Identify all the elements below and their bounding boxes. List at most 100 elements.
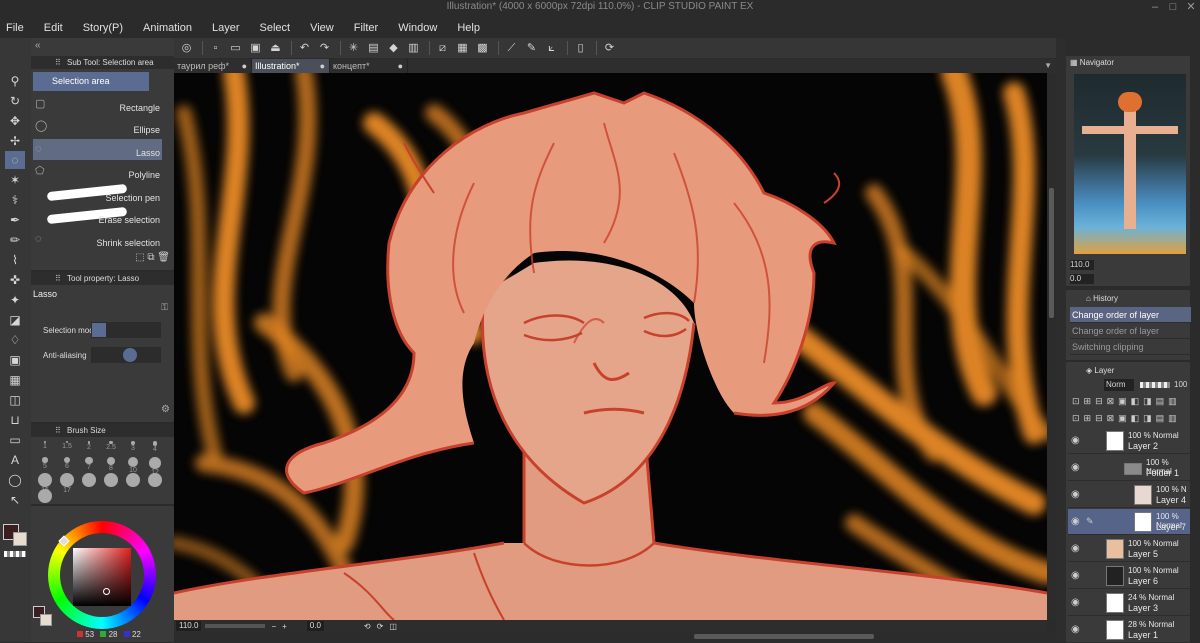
brush-size-option[interactable]: 17: [57, 471, 77, 494]
eye-icon[interactable]: ◉: [1071, 570, 1080, 581]
menu-filter[interactable]: Filter: [354, 22, 378, 34]
brush-size-option[interactable]: [35, 487, 55, 503]
invert-selection-icon[interactable]: ▦: [454, 40, 471, 56]
layer-row[interactable]: ◉ 100 % Normal Layer 2: [1068, 428, 1190, 454]
fill-tool-icon[interactable]: ▣: [5, 351, 25, 369]
sub-color-swatch[interactable]: [13, 532, 27, 546]
subtool-polyline[interactable]: ⬠ Polyline: [33, 161, 162, 182]
operation-tool-icon[interactable]: ↻: [5, 92, 25, 110]
eye-icon[interactable]: ◉: [1071, 489, 1080, 500]
maximize-button[interactable]: □: [1164, 0, 1182, 16]
history-item[interactable]: Switching clipping: [1070, 339, 1191, 355]
pen-settings-icon[interactable]: ✎: [523, 40, 540, 56]
selection-mode-buttons[interactable]: [91, 322, 161, 338]
brush-size-option[interactable]: 7: [79, 455, 99, 471]
drag-handle-icon[interactable]: ⠿: [55, 56, 61, 69]
menu-animation[interactable]: Animation: [143, 22, 192, 34]
brush-size-option[interactable]: [101, 471, 121, 487]
rotate-right-icon[interactable]: ⟳: [377, 622, 384, 631]
eye-icon[interactable]: ◉: [1071, 516, 1080, 527]
scroll-thumb[interactable]: [694, 634, 874, 639]
companion-icon[interactable]: ⟳: [601, 40, 618, 56]
subtool-rectangle[interactable]: ▢ Rectangle: [33, 94, 162, 115]
edit-target-icon[interactable]: ✎: [1086, 516, 1094, 527]
opacity-value[interactable]: 100: [1174, 380, 1187, 389]
eye-icon[interactable]: ◉: [1071, 597, 1080, 608]
layer-row[interactable]: ◉ 100 % N Layer 4: [1068, 482, 1190, 508]
brush-size-option[interactable]: 12: [145, 455, 165, 476]
navigator-tab-icon[interactable]: ▦: [1070, 58, 1078, 67]
close-tab-icon[interactable]: ●: [320, 59, 325, 73]
horizontal-scrollbar[interactable]: [174, 632, 1056, 642]
brush-size-option[interactable]: 2.5: [101, 439, 121, 455]
loading-icon[interactable]: ✳: [345, 40, 362, 56]
sub-color-preview[interactable]: [40, 614, 52, 626]
menu-window[interactable]: Window: [398, 22, 437, 34]
brush-size-option[interactable]: 1: [35, 439, 55, 455]
clip-studio-icon[interactable]: ◎: [178, 40, 195, 56]
redo-icon[interactable]: ↷: [316, 40, 333, 56]
new-file-icon[interactable]: ▫: [207, 40, 224, 56]
layer-tab-icon[interactable]: ◈: [1086, 366, 1092, 375]
minimize-button[interactable]: –: [1146, 0, 1164, 16]
undo-icon[interactable]: ↶: [296, 40, 313, 56]
eyedropper-tool-icon[interactable]: ⚕: [5, 191, 25, 209]
opacity-slider[interactable]: [1140, 382, 1170, 388]
zoom-out-icon[interactable]: −: [271, 622, 276, 631]
eraser-tool-icon[interactable]: ◪: [5, 311, 25, 329]
menu-icon[interactable]: ⬚: [135, 252, 144, 263]
ruler-tool-icon[interactable]: ⊔: [5, 411, 25, 429]
menu-story[interactable]: Story(P): [83, 22, 123, 34]
angle-field[interactable]: 0.0: [306, 621, 324, 631]
selection-tool-icon[interactable]: ◌: [5, 151, 25, 169]
subtool-shrink-selection[interactable]: ◌ Shrink selection: [33, 229, 162, 250]
deselect-icon[interactable]: ⧄: [434, 40, 451, 56]
layer-row[interactable]: ◉ 28 % Normal Layer 1: [1068, 617, 1190, 643]
collapse-icon[interactable]: «: [35, 40, 41, 51]
brush-size-option[interactable]: 10: [123, 455, 143, 474]
layer-row[interactable]: ◉ 100 % Normal Folder 1: [1068, 455, 1190, 481]
reset-rotation-icon[interactable]: ◫: [389, 622, 397, 631]
menu-help[interactable]: Help: [457, 22, 480, 34]
brush-size-option[interactable]: 1.5: [57, 439, 77, 455]
vertical-scrollbar[interactable]: [1047, 73, 1056, 620]
menu-view[interactable]: View: [310, 22, 334, 34]
text-tool-icon[interactable]: A: [5, 451, 25, 469]
brush-size-option[interactable]: [145, 471, 165, 487]
tab-illustration[interactable]: Illustration* ●: [252, 59, 330, 73]
subtool-erase-selection[interactable]: Erase selection: [33, 206, 162, 227]
close-tab-icon[interactable]: ●: [398, 59, 403, 73]
close-button[interactable]: ✕: [1182, 0, 1200, 16]
anti-aliasing-medium-icon[interactable]: [123, 348, 137, 362]
gradient-tool-icon[interactable]: ▦: [5, 371, 25, 389]
lock-icon[interactable]: ⚿: [161, 302, 168, 313]
drag-handle-icon[interactable]: ⠿: [55, 272, 61, 285]
navigator-preview[interactable]: [1074, 74, 1186, 254]
brush-size-option[interactable]: 5: [35, 455, 55, 471]
anti-aliasing-buttons[interactable]: [91, 347, 161, 363]
eye-icon[interactable]: ◉: [1071, 435, 1080, 446]
zoom-in-icon[interactable]: +: [282, 622, 287, 631]
menu-file[interactable]: File: [6, 22, 24, 34]
move-layer-tool-icon[interactable]: ✢: [5, 132, 25, 150]
navigator-zoom[interactable]: 110.0: [1070, 260, 1094, 270]
brush-size-option[interactable]: 15: [35, 471, 55, 494]
clear-icon[interactable]: ▤: [365, 40, 382, 56]
drag-handle-icon[interactable]: ⠿: [55, 424, 61, 437]
eye-icon[interactable]: ◉: [1071, 624, 1080, 635]
eye-icon[interactable]: ◉: [1071, 543, 1080, 554]
subtool-lasso[interactable]: ◌ Lasso: [33, 139, 162, 160]
settings-icon[interactable]: ⚙: [161, 404, 170, 415]
auto-select-tool-icon[interactable]: ✶: [5, 171, 25, 189]
eye-icon[interactable]: ◉: [1071, 462, 1080, 473]
figure-tool-icon[interactable]: ◫: [5, 391, 25, 409]
layer-row[interactable]: ◉ 24 % Normal Layer 3: [1068, 590, 1190, 616]
menu-edit[interactable]: Edit: [44, 22, 63, 34]
zoom-tool-icon[interactable]: ⚲: [5, 72, 25, 90]
brush-size-option[interactable]: 8: [101, 455, 121, 472]
frame-tool-icon[interactable]: ▭: [5, 431, 25, 449]
layer-row[interactable]: ◉ ✎ 100 % Normal Layer 7: [1068, 509, 1190, 535]
history-item[interactable]: Change order of layer: [1070, 307, 1191, 323]
open-folder-icon[interactable]: ▭: [227, 40, 244, 56]
correct-line-tool-icon[interactable]: ↖: [5, 491, 25, 509]
